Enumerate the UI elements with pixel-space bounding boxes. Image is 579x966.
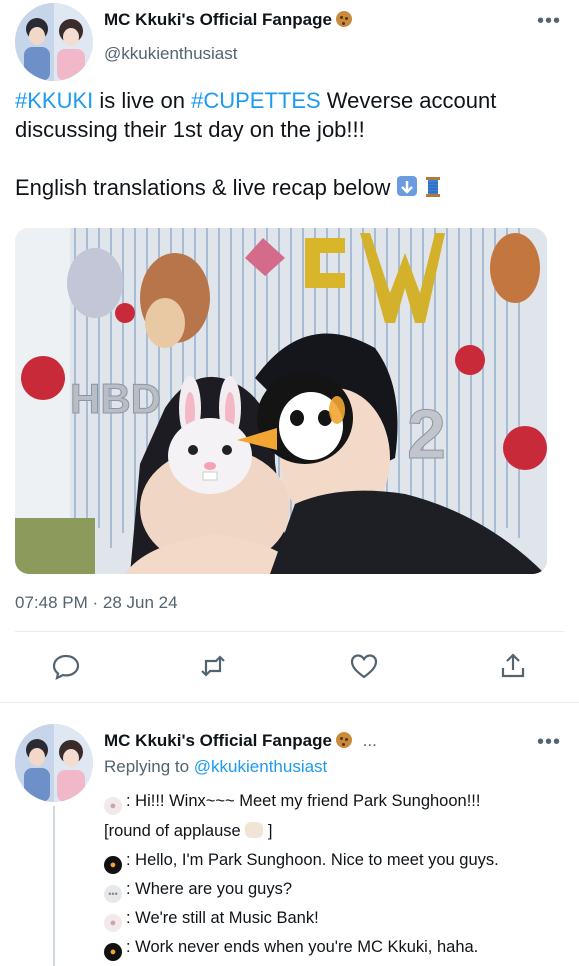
author-handle[interactable]: @kkukienthusiast: [104, 44, 238, 64]
heart-icon[interactable]: [348, 650, 380, 682]
reply-icon[interactable]: [50, 650, 82, 682]
cookie-icon: [335, 732, 352, 748]
tweet-text-line-2: English translations & live recap below: [15, 173, 560, 202]
share-icon[interactable]: [497, 650, 529, 682]
bunny-emoji-icon: ●: [104, 797, 122, 815]
more-options-icon[interactable]: •••: [537, 11, 561, 31]
reply-line: ●: Hello, I'm Park Sunghoon. Nice to mee…: [104, 851, 499, 874]
cookie-icon: [335, 11, 352, 27]
hashtag-kkuki[interactable]: #KKUKI: [15, 88, 93, 113]
tweet-timestamp[interactable]: 07:48 PM · 28 Jun 24: [15, 593, 178, 613]
replying-to: Replying to @kkukienthusiast: [104, 757, 328, 776]
reply-line: ●: We're still at Music Bank!: [104, 909, 319, 932]
reply-line: ●: Hi!!! Winx~~~ Meet my friend Park Sun…: [104, 792, 480, 815]
thread-line: [53, 806, 55, 966]
tweet-text: #KKUKI is live on #CUPETTES Weverse acco…: [15, 86, 560, 202]
speech-bubble-emoji-icon: •••: [104, 885, 122, 903]
hashtag-cupettes[interactable]: #CUPETTES: [191, 88, 321, 113]
replying-to-handle[interactable]: @kkukienthusiast: [194, 757, 328, 776]
reply-line: [round of applause ]: [104, 822, 273, 840]
clapping-hands-emoji-icon: [245, 822, 264, 838]
more-options-icon[interactable]: •••: [537, 732, 561, 752]
photo-balloon-number: 2: [407, 395, 446, 473]
down-arrow-emoji-icon: [396, 176, 417, 196]
divider: [15, 631, 564, 632]
penguin-emoji-icon: ●: [104, 856, 122, 874]
author-avatar[interactable]: [15, 3, 93, 81]
name-ellipsis: ...: [362, 731, 377, 750]
author-name[interactable]: MC Kkuki's Official Fanpage: [104, 10, 352, 30]
reply-line: •••: Where are you guys?: [104, 880, 292, 903]
reply-author-avatar[interactable]: [15, 724, 93, 802]
divider: [0, 702, 579, 703]
reply-author-name[interactable]: MC Kkuki's Official Fanpage ...: [104, 731, 377, 751]
reply-line: ●: Work never ends when you're MC Kkuki,…: [104, 938, 478, 961]
penguin-emoji-icon: ●: [104, 943, 122, 961]
photo-balloon-letters: HBD: [70, 375, 161, 422]
bunny-emoji-icon: ●: [104, 914, 122, 932]
retweet-icon[interactable]: [197, 650, 229, 682]
tweet-photo[interactable]: HBD 2: [15, 228, 547, 574]
thread-spool-emoji-icon: [423, 176, 443, 197]
